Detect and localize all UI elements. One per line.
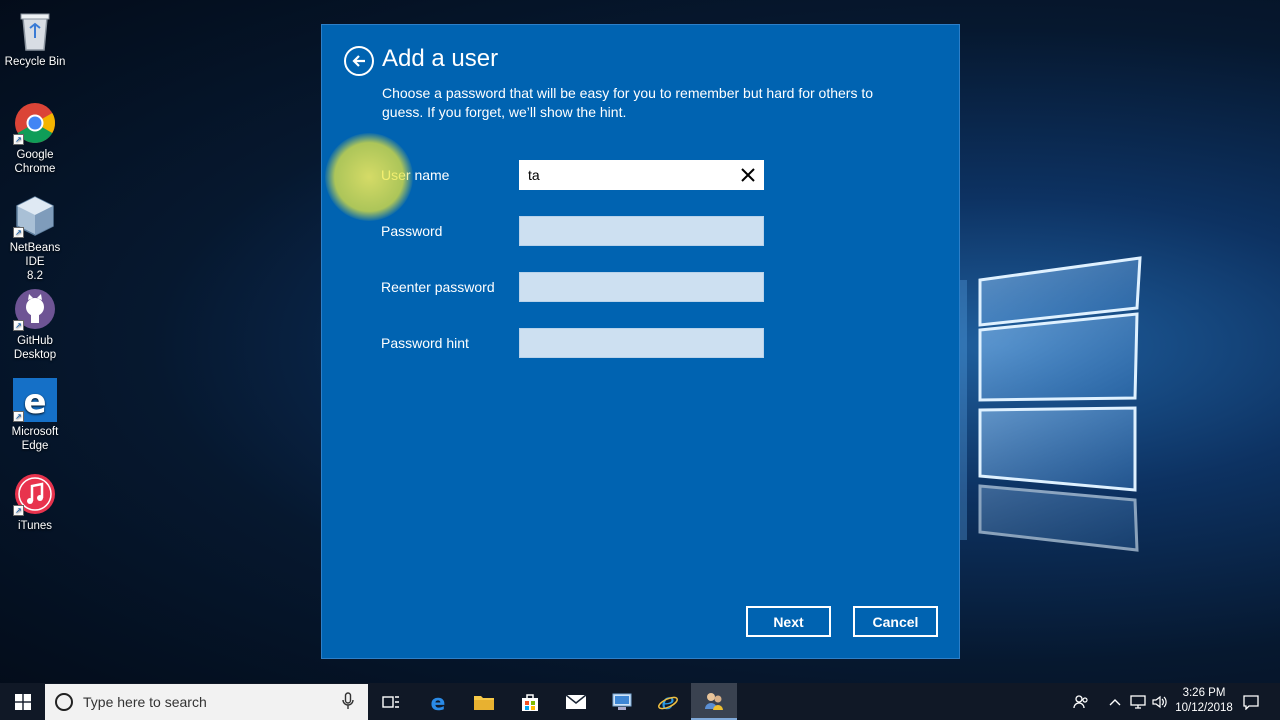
taskbar-store-button[interactable] bbox=[507, 683, 553, 720]
desktop-icon-netbeans[interactable]: ↗ NetBeans IDE 8.2 bbox=[0, 194, 70, 283]
password-hint-row: Password hint bbox=[381, 328, 781, 358]
desktop-icon-itunes[interactable]: ↗ iTunes bbox=[0, 472, 70, 533]
taskbar-internet-explorer-button[interactable]: e bbox=[645, 683, 691, 720]
desktop-icon-label: NetBeans IDE bbox=[9, 242, 61, 268]
password-input[interactable] bbox=[519, 216, 764, 246]
network-icon bbox=[1130, 694, 1146, 709]
taskbar-edge-button[interactable]: e bbox=[415, 683, 461, 720]
password-hint-label: Password hint bbox=[381, 335, 469, 351]
desktop-icon-github-desktop[interactable]: ↗ GitHub Desktop bbox=[0, 287, 70, 362]
search-placeholder: Type here to search bbox=[83, 694, 207, 710]
desktop-icon-label: GitHub bbox=[17, 335, 53, 347]
clock-time: 3:26 PM bbox=[1182, 687, 1226, 699]
taskbar: Type here to search e e 3:26 PM 10/12/20… bbox=[0, 683, 1280, 720]
password-row: Password bbox=[381, 216, 781, 246]
internet-explorer-icon: e bbox=[658, 691, 678, 713]
mail-icon bbox=[565, 693, 587, 709]
desktop-icon-label: Microsoft bbox=[11, 426, 59, 438]
start-button[interactable] bbox=[0, 683, 45, 720]
tray-network-button[interactable] bbox=[1128, 683, 1148, 720]
close-icon bbox=[741, 168, 755, 182]
tray-show-hidden-icons-button[interactable] bbox=[1106, 683, 1124, 720]
desktop-icon-microsoft-edge[interactable]: e ↗ Microsoft Edge bbox=[0, 378, 70, 453]
dialog-title: Add a user bbox=[382, 45, 499, 72]
back-button[interactable] bbox=[344, 46, 374, 76]
user-accounts-icon bbox=[705, 692, 723, 710]
task-view-button[interactable] bbox=[368, 683, 414, 720]
svg-text:e: e bbox=[431, 691, 446, 713]
taskbar-clock[interactable]: 3:26 PM 10/12/2018 bbox=[1166, 686, 1242, 716]
desktop-icon-label: iTunes bbox=[17, 520, 53, 532]
desktop-icon-google-chrome[interactable]: ↗ Google Chrome bbox=[0, 101, 70, 176]
taskbar-file-explorer-button[interactable] bbox=[461, 683, 507, 720]
desktop-icon-recycle-bin[interactable]: Recycle Bin bbox=[0, 8, 70, 69]
notification-icon bbox=[1243, 694, 1259, 710]
taskbar-search-box[interactable]: Type here to search bbox=[45, 684, 368, 720]
desktop-icon-label: Google bbox=[16, 149, 54, 161]
arrow-left-icon bbox=[352, 55, 365, 67]
edge-icon: e bbox=[431, 691, 446, 713]
svg-text:e: e bbox=[661, 691, 674, 713]
cancel-button[interactable]: Cancel bbox=[853, 606, 938, 637]
taskbar-user-accounts-button[interactable] bbox=[691, 683, 737, 720]
windows-start-icon bbox=[14, 693, 31, 710]
clear-username-button[interactable] bbox=[737, 165, 759, 185]
reenter-password-input[interactable] bbox=[519, 272, 764, 302]
taskbar-network-connections-button[interactable] bbox=[599, 683, 645, 720]
chrome-icon: ↗ bbox=[13, 101, 57, 145]
desktop-icon-label: Desktop bbox=[13, 349, 57, 361]
desktop-icon-label: Recycle Bin bbox=[4, 56, 66, 68]
tray-people-button[interactable] bbox=[1070, 683, 1092, 720]
reenter-password-label: Reenter password bbox=[381, 279, 495, 295]
cortana-icon bbox=[55, 693, 73, 711]
edge-icon: e ↗ bbox=[13, 378, 57, 422]
people-icon bbox=[1073, 694, 1088, 708]
file-explorer-icon bbox=[474, 695, 494, 710]
chevron-up-icon bbox=[1109, 698, 1121, 705]
password-label: Password bbox=[381, 223, 443, 239]
desktop-icon-label: Edge bbox=[21, 440, 49, 452]
itunes-icon: ↗ bbox=[13, 472, 57, 516]
username-row: User name bbox=[325, 133, 781, 221]
store-icon bbox=[522, 693, 538, 711]
recycle-bin-icon bbox=[13, 8, 57, 52]
password-hint-input[interactable] bbox=[519, 328, 764, 358]
svg-text:e: e bbox=[23, 382, 46, 422]
task-view-icon bbox=[382, 695, 399, 708]
add-user-dialog: Add a user Choose a password that will b… bbox=[321, 24, 960, 659]
microphone-icon[interactable] bbox=[342, 692, 354, 710]
action-center-button[interactable] bbox=[1240, 683, 1262, 720]
netbeans-icon: ↗ bbox=[13, 194, 57, 238]
desktop-icon-label: 8.2 bbox=[27, 270, 43, 282]
reenter-password-row: Reenter password bbox=[381, 272, 781, 302]
username-input[interactable] bbox=[519, 160, 764, 190]
username-label: User name bbox=[381, 167, 450, 183]
network-connections-icon bbox=[612, 693, 632, 710]
clock-date: 10/12/2018 bbox=[1175, 702, 1233, 714]
next-button[interactable]: Next bbox=[746, 606, 831, 637]
github-icon: ↗ bbox=[13, 287, 57, 331]
dialog-description: Choose a password that will be easy for … bbox=[382, 85, 874, 120]
desktop-icon-label: Chrome bbox=[14, 163, 56, 175]
taskbar-mail-button[interactable] bbox=[553, 683, 599, 720]
windows-wallpaper-logo bbox=[955, 256, 1142, 552]
